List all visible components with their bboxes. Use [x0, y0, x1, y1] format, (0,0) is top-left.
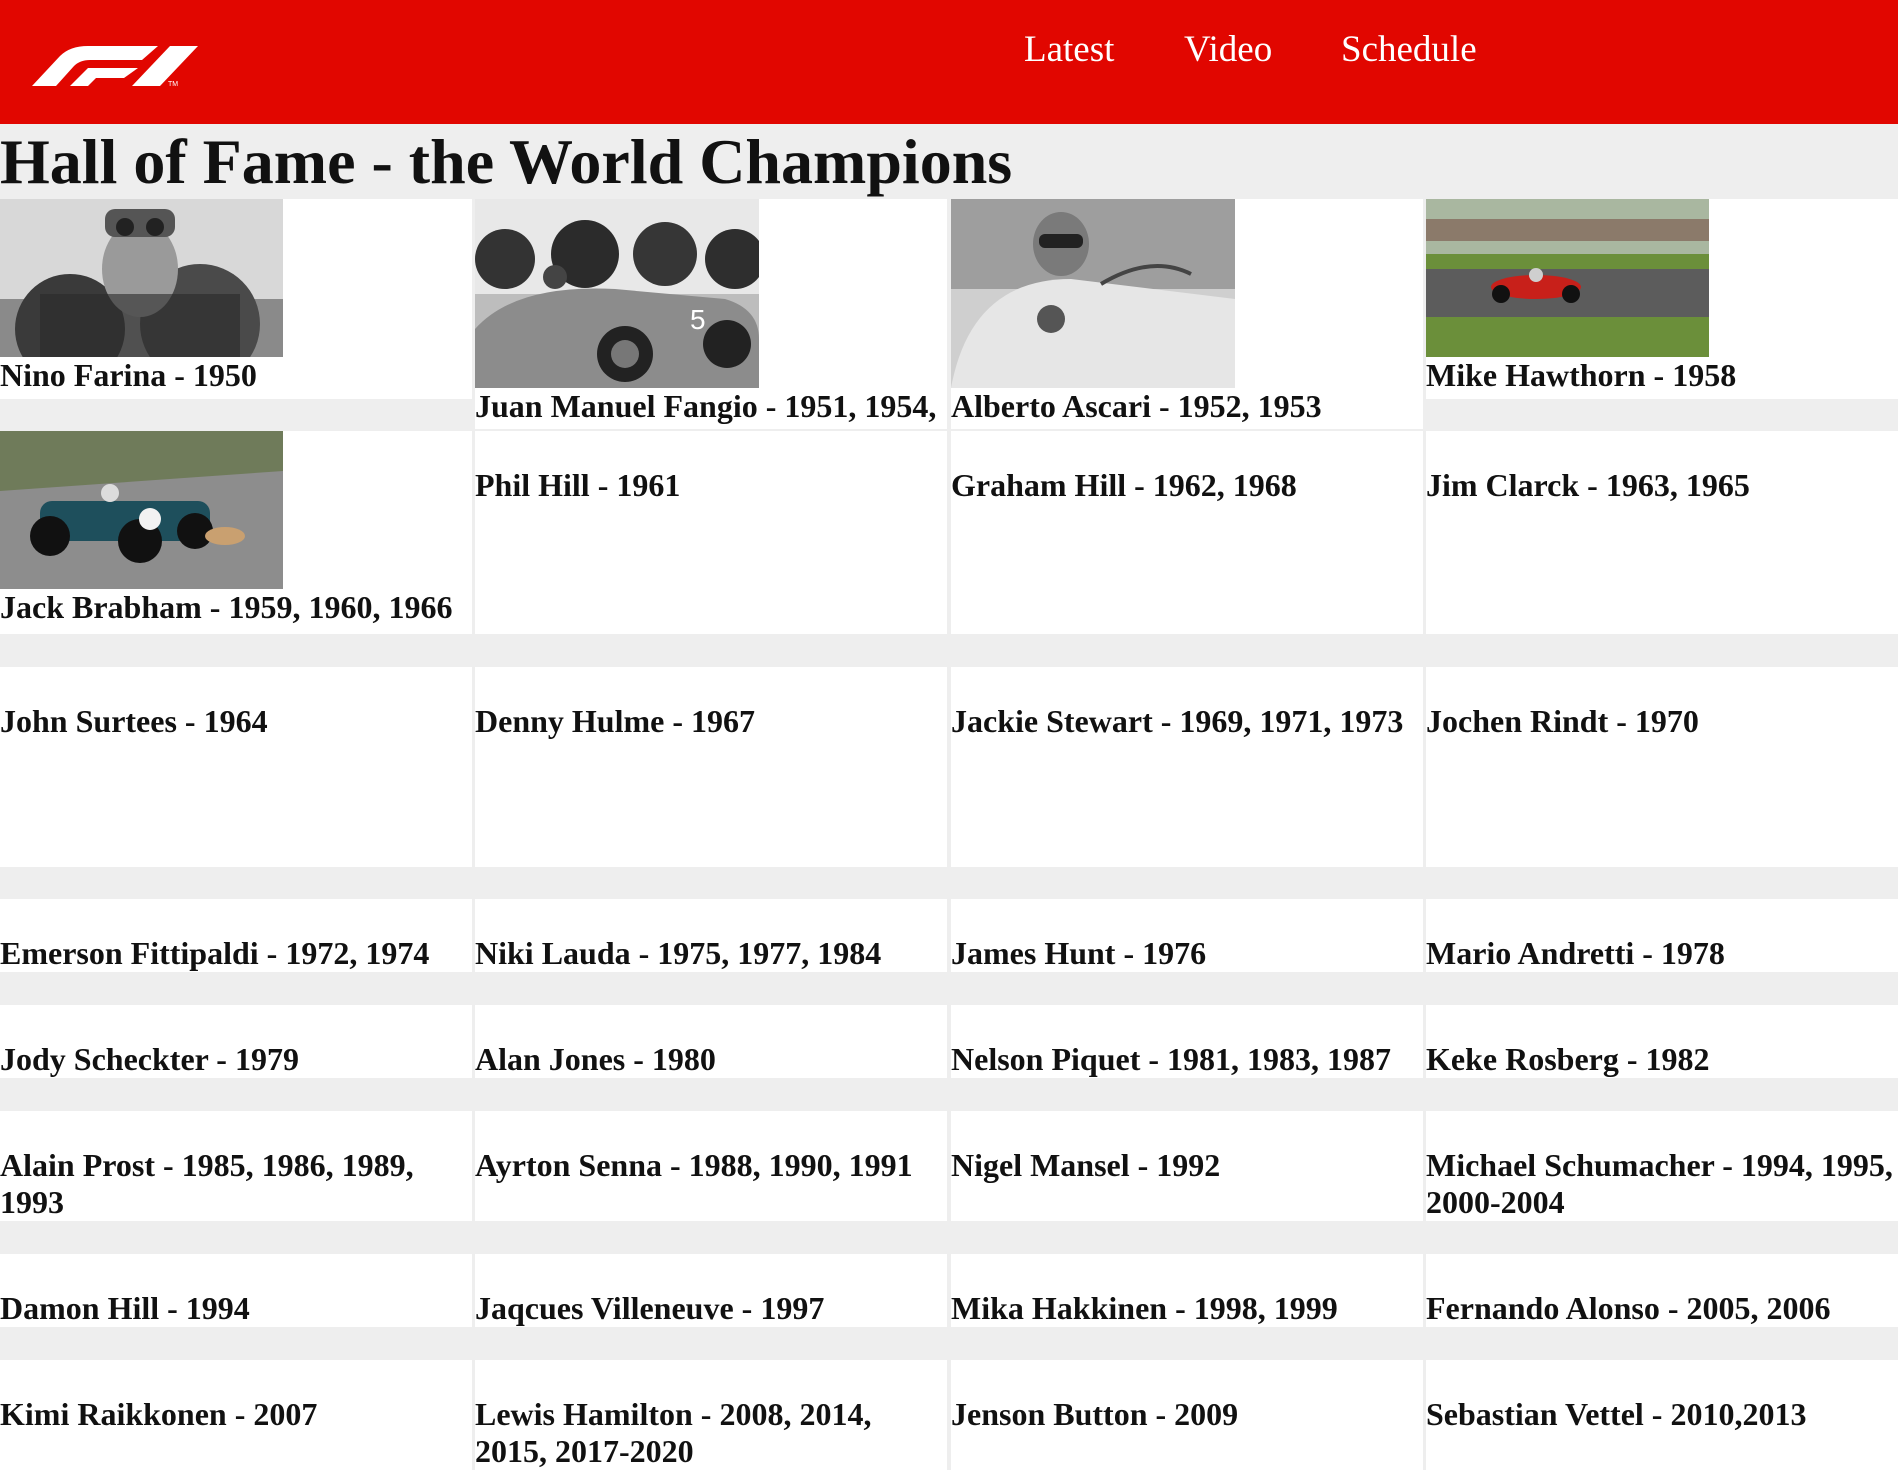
champion-card: Niki Lauda - 1975, 1977, 1984	[475, 899, 947, 972]
mike-hawthorn-photo	[1426, 199, 1898, 357]
champion-name: Mike Hawthorn - 1958	[1426, 357, 1737, 393]
nav-schedule-link[interactable]: Schedule	[1341, 28, 1477, 71]
champion-name: Phil Hill - 1961	[475, 467, 681, 503]
champion-card: Phil Hill - 1961	[475, 431, 947, 634]
champion-name: Sebastian Vettel - 2010,2013	[1426, 1396, 1807, 1432]
alberto-ascari-photo	[951, 199, 1423, 388]
champion-card: Sebastian Vettel - 2010,2013	[1426, 1360, 1898, 1470]
champion-card: Mika Hakkinen - 1998, 1999	[951, 1254, 1423, 1327]
champion-name: Lewis Hamilton - 2008, 2014, 2015, 2017-…	[475, 1396, 872, 1469]
champion-name: Nigel Mansel - 1992	[951, 1147, 1221, 1183]
f1-logo[interactable]: TM	[30, 38, 200, 88]
champion-name: Jack Brabham - 1959, 1960, 1966	[0, 589, 453, 625]
champion-name: Kimi Raikkonen - 2007	[0, 1396, 318, 1432]
champion-name: Fernando Alonso - 2005, 2006	[1426, 1290, 1831, 1326]
champion-card: Jenson Button - 2009	[951, 1360, 1423, 1470]
champion-card: Jochen Rindt - 1970	[1426, 667, 1898, 867]
champion-name: Mika Hakkinen - 1998, 1999	[951, 1290, 1338, 1326]
champion-card: Nelson Piquet - 1981, 1983, 1987	[951, 1005, 1423, 1078]
champion-name: Denny Hulme - 1967	[475, 703, 755, 739]
champion-name: Jaqcues Villeneuve - 1997	[475, 1290, 825, 1326]
champion-card: James Hunt - 1976	[951, 899, 1423, 972]
champion-card: Fernando Alonso - 2005, 2006	[1426, 1254, 1898, 1327]
champion-card: 5 Juan Manuel Fangio - 1951, 1954,	[475, 199, 947, 429]
champion-name: Jackie Stewart - 1969, 1971, 1973	[951, 703, 1404, 739]
champion-card: Alberto Ascari - 1952, 1953	[951, 199, 1423, 429]
champion-card: Keke Rosberg - 1982	[1426, 1005, 1898, 1078]
champion-card: Jackie Stewart - 1969, 1971, 1973	[951, 667, 1423, 867]
champion-card: Nigel Mansel - 1992	[951, 1111, 1423, 1221]
champion-name: Emerson Fittipaldi - 1972, 1974	[0, 935, 430, 971]
champion-name: Graham Hill - 1962, 1968	[951, 467, 1297, 503]
champion-name: Jenson Button - 2009	[951, 1396, 1239, 1432]
champion-card: Emerson Fittipaldi - 1972, 1974	[0, 899, 472, 972]
champion-card: Jody Scheckter - 1979	[0, 1005, 472, 1078]
champion-card: Alain Prost - 1985, 1986, 1989, 1993	[0, 1111, 472, 1221]
champion-name: Nino Farina - 1950	[0, 357, 257, 393]
champion-name: John Surtees - 1964	[0, 703, 268, 739]
nino-farina-photo	[0, 199, 472, 357]
champion-name: Ayrton Senna - 1988, 1990, 1991	[475, 1147, 913, 1183]
svg-text:5: 5	[690, 304, 706, 335]
champion-card: Denny Hulme - 1967	[475, 667, 947, 867]
svg-text:TM: TM	[168, 81, 178, 88]
champion-name: Alan Jones - 1980	[475, 1041, 716, 1077]
champion-card: Kimi Raikkonen - 2007	[0, 1360, 472, 1470]
champion-card: Jim Clarck - 1963, 1965	[1426, 431, 1898, 634]
champion-name: Nelson Piquet - 1981, 1983, 1987	[951, 1041, 1391, 1077]
champion-name: Juan Manuel Fangio - 1951, 1954,	[475, 388, 937, 424]
juan-manuel-fangio-photo: 5	[475, 199, 947, 388]
champion-card: Lewis Hamilton - 2008, 2014, 2015, 2017-…	[475, 1360, 947, 1470]
champion-card: Graham Hill - 1962, 1968	[951, 431, 1423, 634]
champion-card: Damon Hill - 1994	[0, 1254, 472, 1327]
champion-name: Damon Hill - 1994	[0, 1290, 250, 1326]
champion-name: Michael Schumacher - 1994, 1995, 2000-20…	[1426, 1147, 1893, 1220]
champion-card: Jaqcues Villeneuve - 1997	[475, 1254, 947, 1327]
jack-brabham-photo	[0, 431, 472, 589]
champion-name: James Hunt - 1976	[951, 935, 1207, 971]
champion-card: Alan Jones - 1980	[475, 1005, 947, 1078]
champion-name: Mario Andretti - 1978	[1426, 935, 1725, 971]
champion-name: Alberto Ascari - 1952, 1953	[951, 388, 1322, 424]
champion-name: Keke Rosberg - 1982	[1426, 1041, 1710, 1077]
champion-name: Alain Prost - 1985, 1986, 1989, 1993	[0, 1147, 414, 1220]
champion-card: Mike Hawthorn - 1958	[1426, 199, 1898, 399]
page-title: Hall of Fame - the World Champions	[0, 126, 1013, 197]
champion-card: Michael Schumacher - 1994, 1995, 2000-20…	[1426, 1111, 1898, 1221]
champion-card: Nino Farina - 1950	[0, 199, 472, 399]
champion-card: Jack Brabham - 1959, 1960, 1966	[0, 431, 472, 634]
champion-name: Jim Clarck - 1963, 1965	[1426, 467, 1750, 503]
champion-card: Mario Andretti - 1978	[1426, 899, 1898, 972]
nav-video-link[interactable]: Video	[1184, 28, 1272, 71]
nav-latest-link[interactable]: Latest	[1024, 28, 1114, 71]
champion-name: Jody Scheckter - 1979	[0, 1041, 299, 1077]
champion-card: John Surtees - 1964	[0, 667, 472, 867]
top-navigation-bar: TM Latest Video Schedule	[0, 0, 1898, 124]
champion-card: Ayrton Senna - 1988, 1990, 1991	[475, 1111, 947, 1221]
champion-name: Niki Lauda - 1975, 1977, 1984	[475, 935, 882, 971]
champion-name: Jochen Rindt - 1970	[1426, 703, 1699, 739]
